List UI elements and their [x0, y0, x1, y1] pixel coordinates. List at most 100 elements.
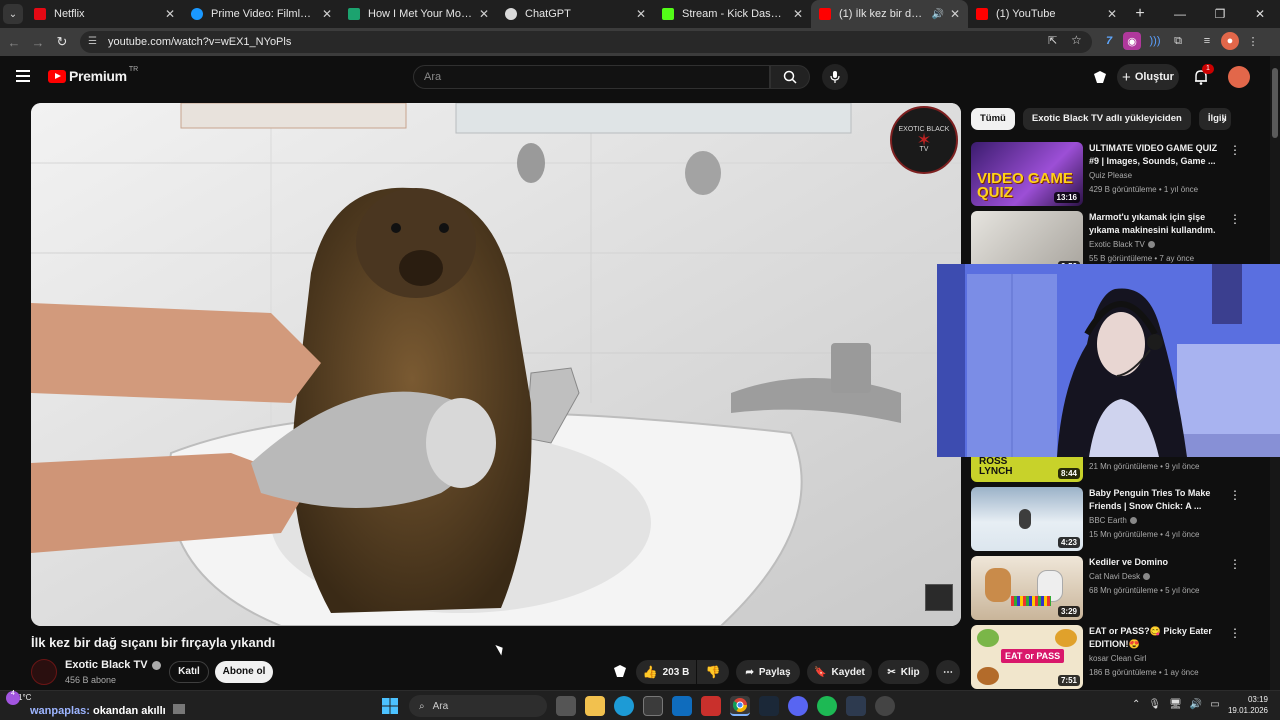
close-tab-icon[interactable]: ✕	[479, 7, 489, 21]
channel-name[interactable]: BBC Earth	[1089, 516, 1127, 525]
obs-icon[interactable]	[875, 696, 895, 716]
voice-search-button[interactable]	[822, 64, 848, 90]
volume-icon[interactable]: 🔊	[1190, 699, 1202, 710]
extension-icon[interactable]: )))	[1146, 32, 1164, 50]
close-tab-icon[interactable]: ✕	[1107, 7, 1117, 21]
notifications-button[interactable]: 1	[1192, 64, 1214, 86]
network-icon[interactable]: 🖥	[1169, 699, 1182, 710]
discord-icon[interactable]	[788, 696, 808, 716]
recommendation-item[interactable]: EAT or PASS 7:51 EAT or PASS?😋 Picky Eat…	[971, 625, 1261, 691]
video-thumbnail[interactable]: EAT or PASS 7:51	[971, 625, 1083, 689]
extension-icon[interactable]: 7	[1100, 32, 1118, 50]
share-button[interactable]: ➦ Paylaş	[736, 660, 800, 684]
puzzle-icon[interactable]: ⧉	[1169, 32, 1187, 50]
close-tab-icon[interactable]: ✕	[165, 7, 175, 21]
clip-button[interactable]: ✂ Klip	[878, 660, 929, 684]
video-title[interactable]: EAT or PASS?😋 Picky Eater EDITION!😍	[1089, 625, 1219, 651]
tab-current-video[interactable]: (1) İlk kez bir dağ sıçanı bir 🔊 ✕	[811, 0, 968, 28]
steam-icon[interactable]	[759, 696, 779, 716]
forward-icon[interactable]: →	[26, 35, 50, 50]
battery-icon[interactable]: ▭	[1210, 699, 1219, 710]
tab-kick-dashboard[interactable]: Stream - Kick Dashboard ✕	[654, 0, 811, 28]
bookmark-star-icon[interactable]: ☆	[1071, 33, 1082, 47]
close-tab-icon[interactable]: ✕	[636, 7, 646, 21]
scrollbar-thumb[interactable]	[1272, 68, 1278, 138]
tab-chatgpt[interactable]: ChatGPT ✕	[497, 0, 654, 28]
tab-prime-video[interactable]: Prime Video: Filmleri, TV dizileri ✕	[183, 0, 340, 28]
more-vertical-icon[interactable]: ⋮	[1229, 489, 1241, 503]
tab-youtube[interactable]: (1) YouTube ✕	[968, 0, 1125, 28]
clock[interactable]: 03:19 19.01.2026	[1226, 694, 1268, 716]
kebab-menu-icon[interactable]: ⋮	[1244, 32, 1262, 50]
file-explorer-icon[interactable]	[585, 696, 605, 716]
install-icon[interactable]: ⇱	[1048, 34, 1057, 47]
channel-name[interactable]: Quiz Please	[1089, 171, 1132, 180]
reading-list-icon[interactable]: ≡	[1198, 32, 1216, 50]
more-vertical-icon[interactable]: ⋮	[1229, 627, 1241, 641]
dislike-button[interactable]: 👎	[697, 660, 729, 684]
taskbar-search[interactable]: ⌕ Ara	[409, 695, 547, 717]
chip-all[interactable]: Tümü	[971, 108, 1015, 130]
windows-start-icon[interactable]	[380, 696, 400, 716]
video-player[interactable]	[31, 103, 961, 626]
spotify-icon[interactable]	[817, 696, 837, 716]
account-avatar[interactable]	[1228, 66, 1250, 88]
search-button[interactable]	[770, 65, 810, 89]
store-icon[interactable]	[643, 696, 663, 716]
create-button[interactable]: + Oluştur	[1117, 64, 1179, 90]
new-tab-button[interactable]: +	[1125, 5, 1155, 23]
recommendation-item[interactable]: 4:23 Baby Penguin Tries To Make Friends …	[971, 487, 1261, 553]
more-vertical-icon[interactable]: ⋮	[1229, 213, 1241, 227]
chevron-right-icon[interactable]: ›	[1215, 110, 1233, 128]
video-thumbnail[interactable]: 3:29	[971, 556, 1083, 620]
recommendation-item[interactable]: ROSS LYNCH 8:44 21 Mn görüntüleme • 9 yı…	[971, 457, 1261, 482]
channel-name[interactable]: Exotic Black TV	[1089, 240, 1145, 249]
more-actions-button[interactable]: ⋯	[936, 660, 960, 684]
recommendation-item[interactable]: 3:29 Kediler ve Domino Cat Navi Desk 68 …	[971, 556, 1261, 622]
video-title[interactable]: Kediler ve Domino	[1089, 556, 1219, 569]
like-button[interactable]: 👍 203 B	[636, 660, 696, 684]
kick-extension-icon[interactable]	[1090, 68, 1110, 86]
extension-icon[interactable]: ◉	[1123, 32, 1141, 50]
channel-watermark[interactable]: EXOTIC BLACK ✶ TV	[890, 106, 958, 174]
tab-himym[interactable]: How I Met Your Mother 3. Sezo ✕	[340, 0, 497, 28]
channel-name[interactable]: Cat Navi Desk	[1089, 572, 1140, 581]
app-icon[interactable]	[846, 696, 866, 716]
profile-avatar[interactable]: ●	[1221, 32, 1239, 50]
edge-icon[interactable]	[614, 696, 634, 716]
restore-icon[interactable]: ❐	[1200, 0, 1240, 28]
microphone-icon[interactable]: 🎙	[1148, 699, 1161, 710]
tab-search-button[interactable]: ⌄	[0, 0, 26, 28]
more-vertical-icon[interactable]: ⋮	[1229, 144, 1241, 158]
task-view-icon[interactable]	[556, 696, 576, 716]
recommendation-item[interactable]: VIDEO GAME QUIZ 13:16 ULTIMATE VIDEO GAM…	[971, 142, 1261, 208]
close-window-icon[interactable]: ✕	[1240, 0, 1280, 28]
more-vertical-icon[interactable]: ⋮	[1229, 558, 1241, 572]
close-tab-icon[interactable]: ✕	[950, 7, 960, 21]
back-icon[interactable]: ←	[2, 35, 26, 50]
close-tab-icon[interactable]: ✕	[793, 7, 803, 21]
video-thumbnail[interactable]: 4:23	[971, 487, 1083, 551]
site-info-icon[interactable]: ☰	[88, 36, 100, 48]
chevron-up-icon[interactable]: ⌃	[1132, 699, 1140, 710]
minimize-icon[interactable]: —	[1160, 0, 1200, 28]
menu-icon[interactable]	[16, 70, 30, 82]
video-thumbnail[interactable]: ROSS LYNCH 8:44	[971, 457, 1083, 482]
snipping-tool-icon[interactable]	[701, 696, 721, 716]
close-tab-icon[interactable]: ✕	[322, 7, 332, 21]
reload-icon[interactable]: ↻	[50, 34, 74, 50]
mail-icon[interactable]	[672, 696, 692, 716]
youtube-logo[interactable]: Premium TR	[48, 66, 138, 84]
channel-name[interactable]: kosar Clean Girl	[1089, 654, 1146, 663]
tab-netflix[interactable]: Netflix ✕	[26, 0, 183, 28]
video-title[interactable]: Marmot'u yıkamak için şişe yıkama makine…	[1089, 211, 1219, 237]
search-input[interactable]: Ara	[413, 65, 770, 89]
chip-from-uploader[interactable]: Exotic Black TV adlı yükleyiciden	[1022, 108, 1191, 130]
save-button[interactable]: 🔖 Kaydet	[807, 660, 872, 684]
chrome-icon[interactable]	[730, 696, 750, 716]
video-title[interactable]: ULTIMATE VIDEO GAME QUIZ #9 | Images, So…	[1089, 142, 1219, 168]
weather-widget[interactable]: 4 1°C	[6, 690, 31, 705]
video-title[interactable]: Baby Penguin Tries To Make Friends | Sno…	[1089, 487, 1219, 513]
video-thumbnail[interactable]: VIDEO GAME QUIZ 13:16	[971, 142, 1083, 206]
speaker-icon[interactable]: 🔊	[931, 9, 943, 20]
